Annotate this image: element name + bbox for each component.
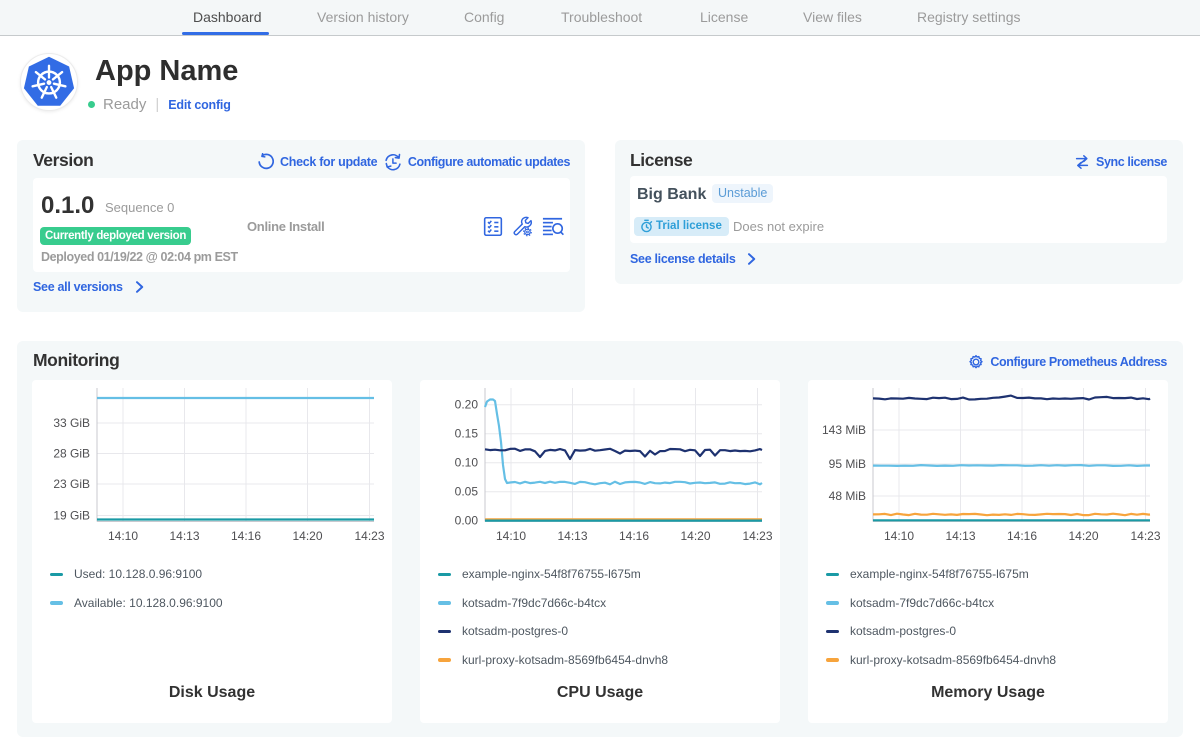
svg-text:14:23: 14:23	[1130, 529, 1160, 543]
svg-text:19 GiB: 19 GiB	[53, 509, 90, 523]
svg-text:14:13: 14:13	[945, 529, 975, 543]
svg-text:0.05: 0.05	[455, 485, 479, 499]
svg-text:14:16: 14:16	[231, 529, 261, 543]
svg-text:14:10: 14:10	[496, 529, 526, 543]
svg-text:143 MiB: 143 MiB	[822, 423, 866, 437]
svg-text:95 MiB: 95 MiB	[829, 457, 866, 471]
svg-text:0.00: 0.00	[455, 514, 479, 528]
svg-text:14:23: 14:23	[354, 529, 384, 543]
svg-text:48 MiB: 48 MiB	[829, 489, 866, 503]
svg-text:28 GiB: 28 GiB	[53, 447, 90, 461]
svg-text:14:10: 14:10	[884, 529, 914, 543]
svg-text:0.10: 0.10	[455, 456, 479, 470]
svg-text:14:13: 14:13	[169, 529, 199, 543]
svg-text:14:13: 14:13	[557, 529, 587, 543]
svg-text:14:10: 14:10	[108, 529, 138, 543]
svg-text:14:16: 14:16	[1007, 529, 1037, 543]
svg-text:14:20: 14:20	[1068, 529, 1098, 543]
svg-text:14:20: 14:20	[680, 529, 710, 543]
svg-text:14:23: 14:23	[742, 529, 772, 543]
svg-text:14:20: 14:20	[292, 529, 322, 543]
svg-text:14:16: 14:16	[619, 529, 649, 543]
svg-text:0.15: 0.15	[455, 427, 479, 441]
svg-text:0.20: 0.20	[455, 398, 479, 412]
svg-text:23 GiB: 23 GiB	[53, 477, 90, 491]
svg-text:33 GiB: 33 GiB	[53, 416, 90, 430]
